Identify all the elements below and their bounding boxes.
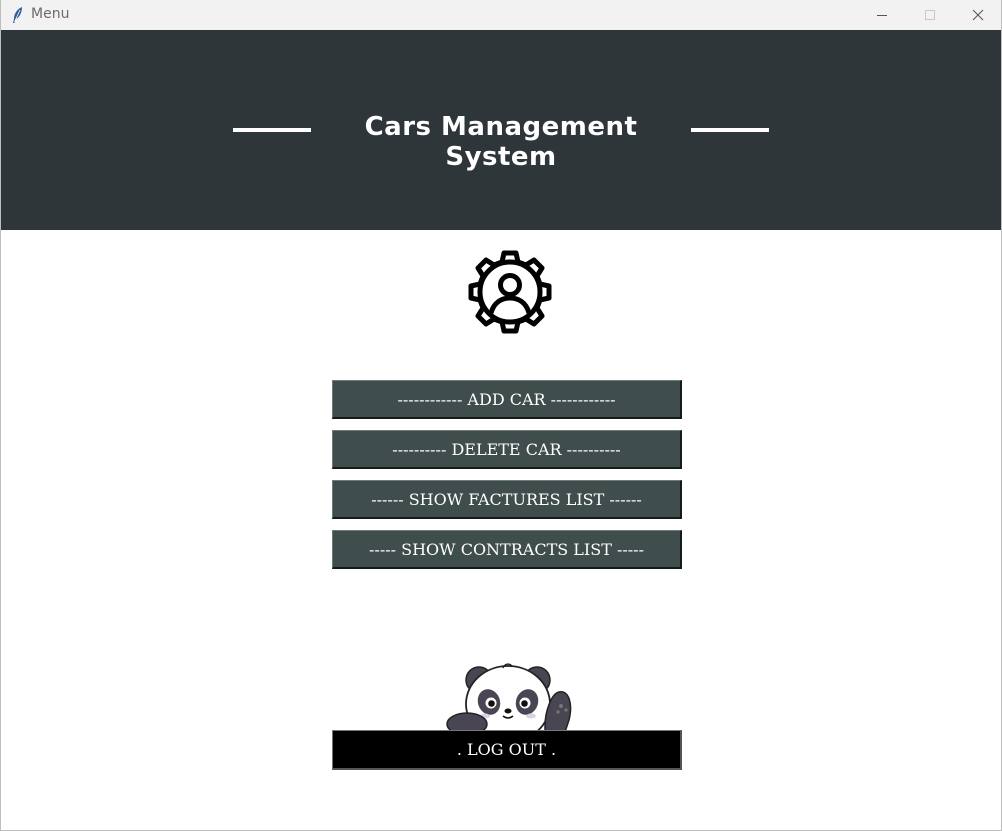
show-factures-list-button[interactable]: ------ SHOW FACTURES LIST ------ <box>332 480 682 519</box>
show-contracts-list-button[interactable]: ----- SHOW CONTRACTS LIST ----- <box>332 530 682 569</box>
header-divider-right <box>691 128 769 132</box>
add-car-button[interactable]: ------------ ADD CAR ------------ <box>332 380 682 419</box>
title-bar[interactable]: Menu <box>1 0 1001 30</box>
maximize-button[interactable] <box>907 0 953 30</box>
maximize-icon <box>925 10 935 20</box>
panda-waving-icon <box>441 660 581 732</box>
minimize-icon <box>877 15 887 16</box>
window-title: Menu <box>31 6 70 22</box>
close-icon <box>972 9 984 21</box>
page-title: Cars Management System <box>364 112 638 172</box>
minimize-button[interactable] <box>859 0 905 30</box>
gear-user-icon <box>458 240 562 344</box>
feather-icon <box>11 6 25 24</box>
header-banner: Cars Management System <box>1 30 1001 230</box>
header-divider-left <box>233 128 311 132</box>
app-window: Menu Cars Management System ------------… <box>0 0 1002 831</box>
close-button[interactable] <box>955 0 1001 30</box>
delete-car-button[interactable]: ---------- DELETE CAR ---------- <box>332 430 682 469</box>
logout-button[interactable]: . LOG OUT . <box>332 730 682 770</box>
